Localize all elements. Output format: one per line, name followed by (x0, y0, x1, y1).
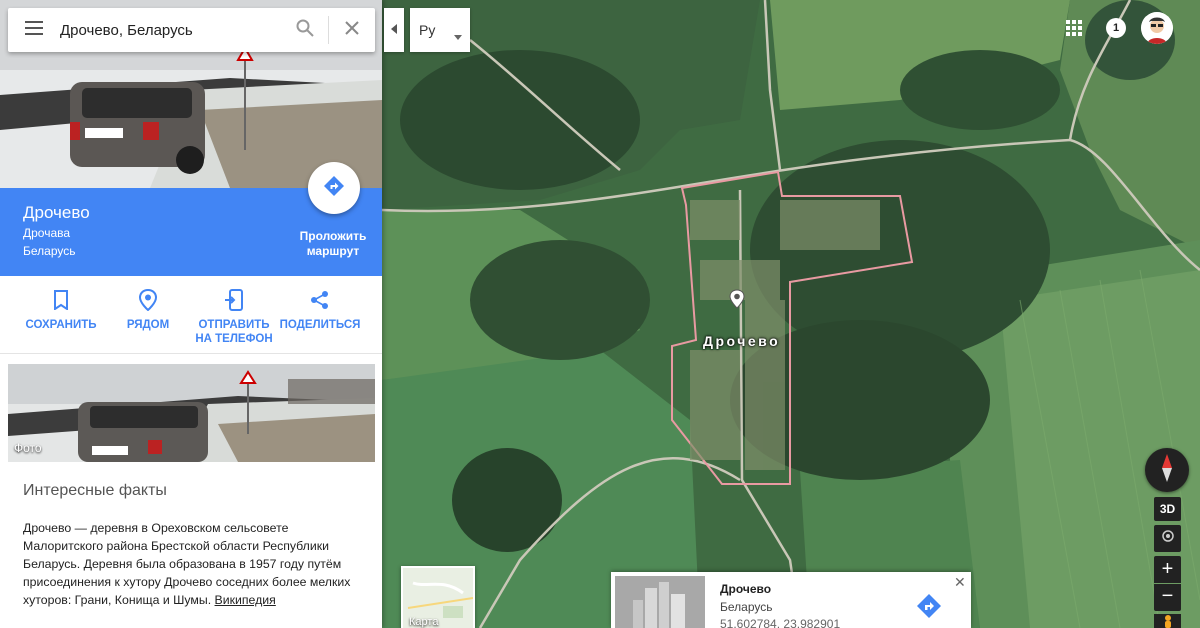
place-title: Дрочево (23, 203, 90, 222)
my-location-icon (1161, 529, 1175, 548)
street-view-pegman-icon[interactable] (1154, 614, 1181, 628)
card-directions-icon[interactable] (915, 592, 943, 620)
facts-heading: Интересные факты (23, 482, 167, 499)
action-bar: СОХРАНИТЬ РЯДОМ ОТПРАВИТЬ НА ТЕЛЕФОН ПОД… (0, 276, 382, 354)
compass-button[interactable] (1145, 448, 1189, 492)
street-view-thumbnail[interactable] (615, 576, 705, 628)
zoom-out-button[interactable]: − (1154, 584, 1181, 611)
directions-icon (322, 174, 346, 203)
avatar[interactable] (1141, 12, 1173, 44)
card-coordinates: 51.602784, 23.982901 (720, 617, 841, 628)
compass-icon (1156, 453, 1178, 488)
send-to-phone-button[interactable]: ОТПРАВИТЬ НА ТЕЛЕФОН (189, 288, 279, 346)
search-box (8, 8, 375, 52)
directions-button[interactable] (308, 162, 360, 214)
clear-search-button[interactable] (329, 8, 375, 52)
photo-thumbnail[interactable] (8, 364, 375, 462)
place-country: Беларусь (23, 244, 76, 258)
bookmark-icon (16, 288, 106, 312)
wikipedia-link[interactable]: Википедия (215, 593, 276, 607)
facts-description: Дрочево — деревня в Ореховском сельсовет… (23, 519, 368, 609)
share-label: ПОДЕЛИТЬСЯ (279, 319, 361, 331)
notifications-badge[interactable]: 1 (1106, 18, 1126, 38)
search-icon (296, 19, 314, 42)
send-to-phone-icon (189, 288, 279, 312)
search-input[interactable] (60, 8, 282, 52)
apps-grid-icon[interactable] (1063, 17, 1085, 39)
location-info-card[interactable]: Дрочево Беларусь 51.602784, 23.982901 ✕ (611, 572, 971, 628)
close-icon (345, 20, 359, 40)
language-select[interactable]: Ру (410, 8, 470, 52)
nearby-label: РЯДОМ (126, 319, 170, 331)
card-country: Беларусь (720, 600, 773, 614)
save-button[interactable]: СОХРАНИТЬ (16, 288, 106, 332)
place-native-name: Дрочава (23, 226, 71, 240)
language-value: Ру (419, 22, 436, 38)
chevron-down-icon (454, 27, 462, 43)
menu-button[interactable] (8, 8, 60, 52)
share-icon (275, 288, 365, 312)
my-location-button[interactable] (1154, 525, 1181, 552)
zoom-in-button[interactable]: + (1154, 556, 1181, 583)
share-button[interactable]: ПОДЕЛИТЬСЯ (275, 288, 365, 332)
card-place-name: Дрочево (720, 582, 772, 596)
place-pin-icon[interactable] (728, 289, 746, 314)
hamburger-menu-icon (25, 20, 43, 40)
photo-label: Фото (14, 441, 42, 455)
directions-label[interactable]: Проложить маршрут (290, 229, 376, 259)
place-header: Дрочево Дрочава Беларусь Проложить маршр… (0, 162, 382, 276)
facts-body: Дрочево — деревня в Ореховском сельсовет… (23, 521, 351, 607)
search-button[interactable] (282, 8, 328, 52)
map-layer-switch[interactable]: Карта (401, 566, 475, 628)
close-card-icon[interactable]: ✕ (954, 574, 966, 591)
nearby-button[interactable]: РЯДОМ (103, 288, 193, 332)
map-layer-label: Карта (409, 616, 439, 628)
map-place-label: Дрочево (703, 333, 781, 349)
three-d-button[interactable]: 3D (1154, 497, 1181, 521)
collapse-panel-button[interactable] (384, 8, 404, 52)
send-to-phone-label: ОТПРАВИТЬ НА ТЕЛЕФОН (195, 319, 273, 345)
place-panel: Дрочево Дрочава Беларусь Проложить маршр… (0, 0, 382, 628)
save-label: СОХРАНИТЬ (25, 319, 97, 331)
chevron-left-icon (391, 21, 397, 39)
nearby-icon (103, 288, 193, 312)
